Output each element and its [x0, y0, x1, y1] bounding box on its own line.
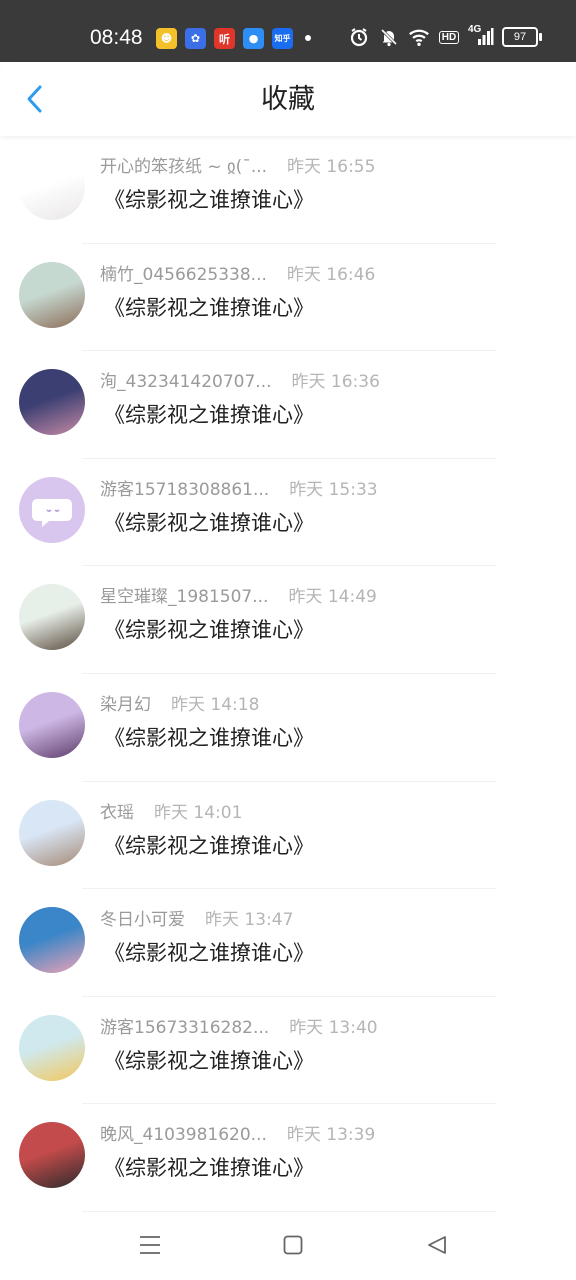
- timestamp: 昨天 13:39: [286, 1125, 376, 1146]
- user-name: 晚风_4103981620...: [100, 1125, 267, 1146]
- avatar[interactable]: [19, 261, 85, 328]
- favorite-item[interactable]: 衣瑶 昨天 14:01 《综影视之谁撩谁心》: [0, 782, 576, 890]
- hd-icon: HD: [438, 26, 460, 48]
- favorite-item[interactable]: 楠竹_0456625338... 昨天 16:46 《综影视之谁撩谁心》: [0, 244, 576, 352]
- back-nav-button[interactable]: [422, 1230, 452, 1260]
- battery-indicator: 97: [502, 27, 542, 47]
- emoji-app-icon: ☻: [156, 28, 177, 49]
- item-meta: 开心的笨孩纸 ~ ჲ(¯... 昨天 16:55: [100, 156, 375, 178]
- favorite-item[interactable]: 游客15718308861... 昨天 15:33 《综影视之谁撩谁心》: [0, 459, 576, 567]
- avatar[interactable]: [19, 1014, 85, 1081]
- timestamp: 昨天 13:40: [289, 1017, 378, 1038]
- timestamp: 昨天 14:18: [171, 694, 260, 715]
- item-meta: 晚风_4103981620... 昨天 13:39: [100, 1124, 375, 1146]
- favorite-item[interactable]: 洵_432341420707... 昨天 16:36 《综影视之谁撩谁心》: [0, 351, 576, 459]
- timestamp: 昨天 16:46: [286, 264, 376, 285]
- avatar[interactable]: [19, 691, 85, 758]
- book-title[interactable]: 《综影视之谁撩谁心》: [104, 1047, 314, 1075]
- avatar[interactable]: [19, 799, 85, 866]
- avatar[interactable]: [19, 584, 85, 651]
- timestamp: 昨天 15:33: [289, 479, 378, 500]
- wifi-icon: [408, 26, 430, 48]
- paw-app-icon: ✿: [185, 28, 206, 49]
- timestamp: 昨天 14:01: [154, 802, 243, 823]
- header: 收藏: [0, 62, 576, 136]
- user-name: 游客15673316282...: [100, 1017, 270, 1038]
- book-title[interactable]: 《综影视之谁撩谁心》: [104, 939, 314, 967]
- user-name: 衣瑶: [100, 802, 134, 823]
- triangle-back-icon: [428, 1236, 446, 1254]
- book-title[interactable]: 《综影视之谁撩谁心》: [104, 186, 314, 214]
- system-indicators: HD 4G 97: [348, 24, 542, 48]
- user-name: 星空璀璨_1981507...: [100, 587, 269, 608]
- book-title[interactable]: 《综影视之谁撩谁心》: [104, 616, 314, 644]
- book-title[interactable]: 《综影视之谁撩谁心》: [104, 401, 314, 429]
- item-meta: 冬日小可爱 昨天 13:47: [100, 909, 293, 931]
- menu-icon: [140, 1236, 160, 1254]
- status-bar: 08:48 ☻ ✿ 听 ● 知乎 HD 4G 97: [0, 0, 576, 62]
- page-title: 收藏: [261, 84, 315, 115]
- user-name: 冬日小可爱: [100, 910, 185, 931]
- book-title[interactable]: 《综影视之谁撩谁心》: [104, 724, 314, 752]
- square-icon: [283, 1235, 303, 1255]
- user-name: 游客15718308861...: [100, 479, 270, 500]
- clock: 08:48: [90, 26, 143, 49]
- zhihu-app-icon: 知乎: [272, 28, 293, 49]
- timestamp: 昨天 13:47: [205, 910, 294, 931]
- menu-nav-button[interactable]: [135, 1230, 165, 1260]
- book-title[interactable]: 《综影视之谁撩谁心》: [104, 509, 314, 537]
- listen-app-icon: 听: [214, 28, 235, 49]
- avatar[interactable]: [19, 154, 85, 220]
- mute-bell-icon: [378, 26, 400, 48]
- favorite-item[interactable]: 游客15673316282... 昨天 13:40 《综影视之谁撩谁心》: [0, 997, 576, 1105]
- home-nav-button[interactable]: [278, 1230, 308, 1260]
- user-name: 染月幻: [100, 694, 151, 715]
- item-meta: 染月幻 昨天 14:18: [100, 694, 259, 716]
- favorite-item[interactable]: 染月幻 昨天 14:18 《综影视之谁撩谁心》: [0, 674, 576, 782]
- avatar[interactable]: [19, 907, 85, 974]
- book-title[interactable]: 《综影视之谁撩谁心》: [104, 832, 314, 860]
- alarm-icon: [348, 26, 370, 48]
- item-meta: 星空璀璨_1981507... 昨天 14:49: [100, 586, 377, 608]
- item-meta: 洵_432341420707... 昨天 16:36: [100, 371, 380, 393]
- book-title[interactable]: 《综影视之谁撩谁心》: [104, 294, 314, 322]
- user-name: 开心的笨孩纸 ~ ჲ(¯...: [100, 157, 268, 177]
- avatar[interactable]: [19, 369, 85, 436]
- favorite-item[interactable]: 晚风_4103981620... 昨天 13:39 《综影视之谁撩谁心》: [0, 1104, 576, 1212]
- notification-icons: ☻ ✿ 听 ● 知乎: [156, 28, 293, 49]
- timestamp: 昨天 16:55: [287, 157, 376, 177]
- item-meta: 楠竹_0456625338... 昨天 16:46: [100, 264, 375, 286]
- favorite-item[interactable]: 开心的笨孩纸 ~ ჲ(¯... 昨天 16:55 《综影视之谁撩谁心》: [0, 136, 576, 244]
- user-name: 洵_432341420707...: [100, 372, 272, 393]
- timestamp: 昨天 16:36: [291, 372, 380, 393]
- favorite-item[interactable]: 冬日小可爱 昨天 13:47 《综影视之谁撩谁心》: [0, 889, 576, 997]
- timestamp: 昨天 14:49: [288, 587, 377, 608]
- item-meta: 衣瑶 昨天 14:01: [100, 802, 242, 824]
- favorites-list: 开心的笨孩纸 ~ ჲ(¯... 昨天 16:55 《综影视之谁撩谁心》 楠竹_0456…: [0, 136, 576, 1212]
- system-nav-bar: [0, 1212, 576, 1280]
- more-notifications-dot: [305, 35, 311, 41]
- signal-icon: 4G: [468, 24, 494, 48]
- item-meta: 游客15718308861... 昨天 15:33: [100, 479, 378, 501]
- avatar[interactable]: [19, 476, 85, 543]
- avatar[interactable]: [19, 1122, 85, 1189]
- favorite-item[interactable]: 星空璀璨_1981507... 昨天 14:49 《综影视之谁撩谁心》: [0, 566, 576, 674]
- book-title[interactable]: 《综影视之谁撩谁心》: [104, 1154, 314, 1182]
- circle-app-icon: ●: [243, 28, 264, 49]
- item-meta: 游客15673316282... 昨天 13:40: [100, 1017, 378, 1039]
- user-name: 楠竹_0456625338...: [100, 264, 267, 285]
